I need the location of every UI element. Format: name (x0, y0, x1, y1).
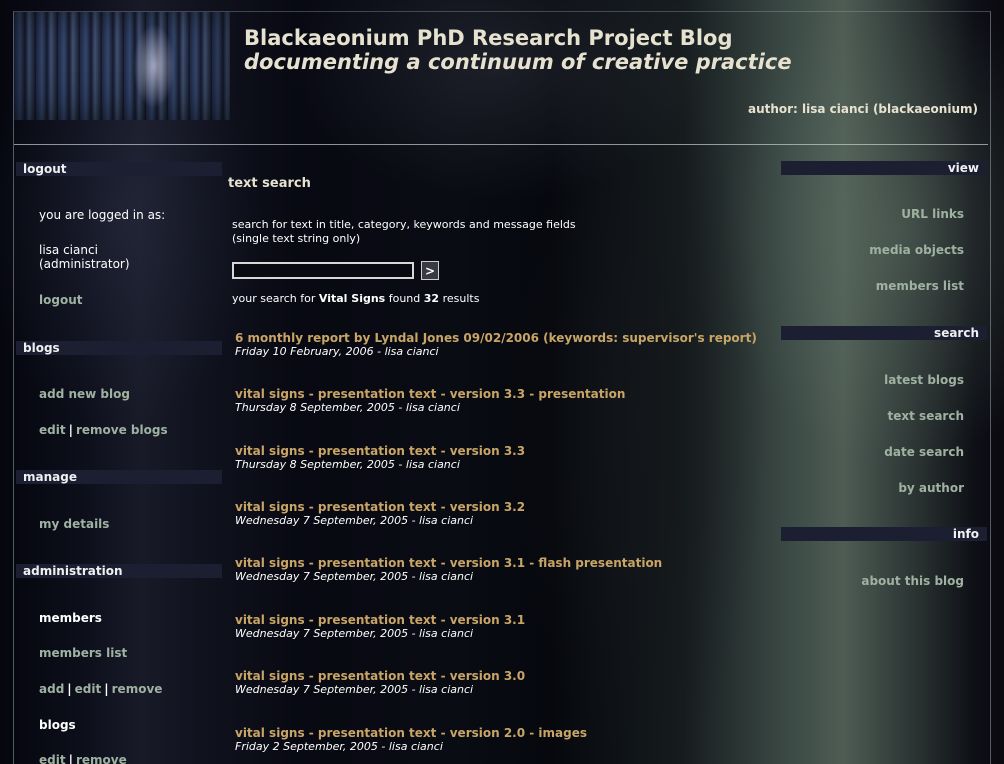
result-title-link[interactable]: vital signs - presentation text - versio… (235, 613, 765, 627)
author-line: author: lisa cianci (blackaeonium) (747, 102, 978, 116)
members-list-link-right[interactable]: members list (876, 279, 964, 293)
result-meta: Wednesday 7 September, 2005 - lisa cianc… (235, 683, 474, 696)
page-title: text search (228, 176, 311, 191)
search-description: search for text in title, category, keyw… (232, 218, 576, 246)
search-submit-button[interactable]: > (421, 261, 439, 280)
edit-admin-blogs-link[interactable]: edit (39, 753, 66, 764)
user-name: lisa cianci (39, 243, 98, 257)
result-item: vital signs - presentation text - versio… (235, 669, 765, 697)
search-description-line1: search for text in title, category, keyw… (232, 218, 576, 231)
result-meta: Friday 10 February, 2006 - lisa cianci (235, 345, 439, 358)
result-item: vital signs - presentation text - versio… (235, 556, 765, 584)
separator: | (68, 423, 73, 437)
search-heading: search (781, 326, 987, 340)
about-this-blog-link[interactable]: about this blog (861, 574, 964, 588)
result-meta: Thursday 8 September, 2005 - lisa cianci (235, 458, 460, 471)
result-item: vital signs - presentation text - versio… (235, 500, 765, 528)
edit-remove-admin-blogs: edit | remove (39, 753, 127, 764)
view-heading: view (781, 161, 987, 175)
add-new-blog-link[interactable]: add new blog (39, 387, 130, 401)
user-role: (administrator) (39, 257, 130, 271)
add-member-link[interactable]: add (39, 682, 64, 696)
result-meta: Friday 2 September, 2005 - lisa cianci (235, 740, 443, 753)
result-title-link[interactable]: vital signs - presentation text - versio… (235, 556, 765, 570)
edit-remove-blogs: edit | remove blogs (39, 423, 168, 437)
logout-link[interactable]: logout (39, 293, 82, 307)
result-title-link[interactable]: 6 monthly report by Lyndal Jones 09/02/2… (235, 331, 765, 345)
result-title-link[interactable]: vital signs - presentation text - versio… (235, 500, 765, 514)
separator: | (67, 682, 72, 696)
result-item: vital signs - presentation text - versio… (235, 613, 765, 641)
text-search-link[interactable]: text search (888, 409, 964, 423)
manage-heading: manage (16, 470, 222, 484)
blogs-admin-label: blogs (39, 718, 76, 732)
summary-prefix: your search for (232, 292, 316, 305)
media-objects-link[interactable]: media objects (869, 243, 964, 257)
result-count: 32 (423, 292, 440, 305)
result-meta: Thursday 8 September, 2005 - lisa cianci (235, 401, 460, 414)
edit-blogs-link[interactable]: edit (39, 423, 66, 437)
result-item: vital signs - presentation text - versio… (235, 444, 765, 472)
site-subtitle: documenting a continuum of creative prac… (244, 50, 792, 74)
result-meta: Wednesday 7 September, 2005 - lisa cianc… (235, 570, 474, 583)
result-meta: Wednesday 7 September, 2005 - lisa cianc… (235, 627, 474, 640)
edit-member-link[interactable]: edit (75, 682, 102, 696)
url-links-link[interactable]: URL links (901, 207, 964, 221)
search-description-line2: (single text string only) (232, 232, 361, 245)
members-label: members (39, 611, 102, 625)
blogs-heading: blogs (16, 341, 222, 355)
my-details-link[interactable]: my details (39, 517, 109, 531)
site-title: Blackaeonium PhD Research Project Blog (244, 26, 733, 50)
summary-middle: found (388, 292, 421, 305)
by-author-link[interactable]: by author (898, 481, 964, 495)
result-item: vital signs - presentation text - versio… (235, 387, 765, 415)
result-title-link[interactable]: vital signs - presentation text - versio… (235, 387, 765, 401)
result-title-link[interactable]: vital signs - presentation text - versio… (235, 444, 765, 458)
members-list-link[interactable]: members list (39, 646, 127, 660)
administration-heading: administration (16, 564, 222, 578)
logged-in-label: you are logged in as: (39, 208, 166, 222)
result-title-link[interactable]: vital signs - presentation text - versio… (235, 726, 765, 740)
header-divider (14, 144, 988, 145)
search-input[interactable] (232, 262, 414, 279)
remove-member-link[interactable]: remove (112, 682, 163, 696)
results-summary: your search for Vital Signs found 32 res… (232, 292, 479, 305)
add-edit-remove-members: add | edit | remove (39, 682, 162, 696)
latest-blogs-link[interactable]: latest blogs (884, 373, 964, 387)
logout-heading: logout (16, 162, 222, 176)
date-search-link[interactable]: date search (884, 445, 964, 459)
result-title-link[interactable]: vital signs - presentation text - versio… (235, 669, 765, 683)
result-item: vital signs - presentation text - versio… (235, 726, 765, 754)
search-query: Vital Signs (318, 292, 386, 305)
remove-admin-blogs-link[interactable]: remove (76, 753, 127, 764)
result-item: 6 monthly report by Lyndal Jones 09/02/2… (235, 331, 765, 359)
header-image (14, 12, 230, 120)
separator: | (68, 753, 73, 764)
separator: | (104, 682, 109, 696)
result-meta: Wednesday 7 September, 2005 - lisa cianc… (235, 514, 474, 527)
remove-blogs-link[interactable]: remove blogs (76, 423, 168, 437)
info-heading: info (781, 527, 987, 541)
summary-suffix: results (442, 292, 480, 305)
